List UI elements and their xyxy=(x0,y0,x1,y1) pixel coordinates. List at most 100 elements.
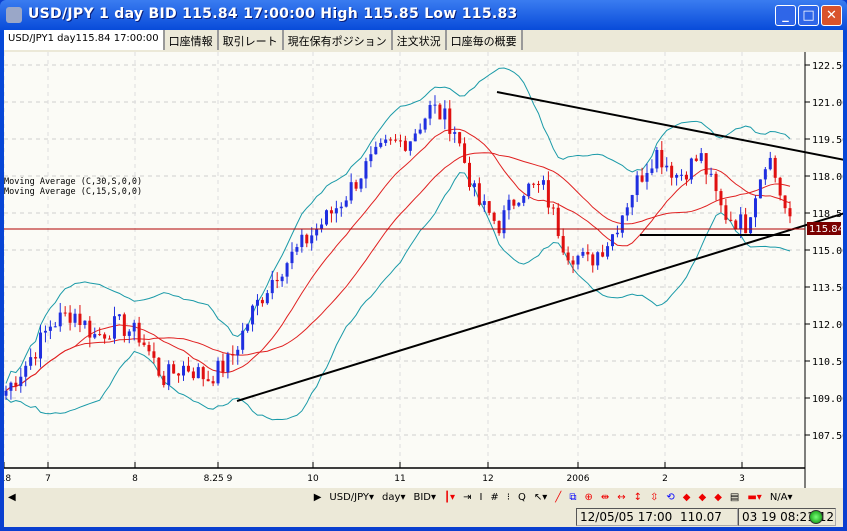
candle xyxy=(344,196,348,208)
candle-body xyxy=(320,224,324,229)
ratio-icon[interactable]: ◆ xyxy=(683,492,691,503)
q-button[interactable]: Q xyxy=(518,492,526,503)
compress-v-icon[interactable]: ⇳ xyxy=(650,492,658,503)
link-icon[interactable]: ⧉ xyxy=(569,492,576,503)
period-dropdown[interactable]: day▾ xyxy=(382,492,405,503)
pointer-icon[interactable]: ↖▾ xyxy=(534,492,547,503)
candle xyxy=(93,327,97,340)
candle-type-icon[interactable]: ┃▾ xyxy=(444,492,455,503)
candle-body xyxy=(162,375,166,386)
tab-0[interactable]: USD/JPY1 day115.84 17:00:00 xyxy=(4,30,165,50)
app-window: USD/JPY 1 day BID 115.84 17:00:00 High 1… xyxy=(0,0,847,531)
candle-body xyxy=(660,149,664,168)
candle xyxy=(354,179,358,192)
zoom-icon[interactable]: ⊕ xyxy=(584,492,592,503)
price-chart[interactable]: 122.50121.00119.50118.00118.50115.00113.… xyxy=(0,52,847,488)
candle-body xyxy=(394,139,398,141)
ratio3-icon[interactable]: ◆ xyxy=(714,492,722,503)
x-tick-label: 3 xyxy=(739,474,745,484)
candle-body xyxy=(354,182,358,189)
candle-body xyxy=(448,108,452,134)
candle xyxy=(546,171,550,215)
grid-icon[interactable]: # xyxy=(490,492,498,503)
candle-body xyxy=(63,312,67,314)
chart-svg[interactable]: 122.50121.00119.50118.00118.50115.00113.… xyxy=(0,52,847,488)
tab-4[interactable]: 注文状況 xyxy=(393,30,447,50)
minimize-button[interactable]: _ xyxy=(775,5,796,26)
candle xyxy=(763,166,767,185)
candle xyxy=(315,223,319,241)
x-tick-label: .18 xyxy=(4,474,11,484)
candle xyxy=(625,202,629,221)
candle xyxy=(650,159,654,176)
candle-body xyxy=(280,276,284,282)
candle xyxy=(29,348,33,370)
candle-body xyxy=(625,207,629,216)
candle xyxy=(157,356,161,378)
side-dropdown[interactable]: BID▾ xyxy=(413,492,436,503)
candle-body xyxy=(369,154,373,162)
close-button[interactable]: ✕ xyxy=(821,5,842,26)
candle-body xyxy=(300,234,304,248)
candle xyxy=(739,207,743,239)
candle-body xyxy=(329,210,333,214)
candle-body xyxy=(482,201,486,205)
color-icon[interactable]: ▬▾ xyxy=(747,492,761,503)
tab-5[interactable]: 口座毎の概要 xyxy=(447,30,523,50)
candle xyxy=(329,206,333,223)
y-tick-label: 110.50 xyxy=(812,357,843,368)
expand-h-icon[interactable]: ↔ xyxy=(617,492,625,503)
title-bar: USD/JPY 1 day BID 115.84 17:00:00 High 1… xyxy=(0,0,847,30)
candle-body xyxy=(305,234,309,244)
indicator-label[interactable]: Moving Average (C,30,S,0,0) xyxy=(4,177,142,187)
properties-icon[interactable]: ▤ xyxy=(730,492,739,503)
indicator-label[interactable]: Moving Average (C,15,S,0,0) xyxy=(4,187,142,197)
crosshair-icon[interactable]: ⁝ xyxy=(507,492,510,503)
expand-v-icon[interactable]: ↕ xyxy=(634,492,642,503)
candle-body xyxy=(783,195,787,209)
symbol-dropdown[interactable]: USD/JPY▾ xyxy=(329,492,374,503)
tab-2[interactable]: 取引レート xyxy=(219,30,284,50)
candle xyxy=(778,176,782,201)
na-dropdown[interactable]: N/A▾ xyxy=(770,492,793,503)
candle-body xyxy=(763,169,767,180)
candle-body xyxy=(694,158,698,161)
candle xyxy=(305,233,309,248)
candle xyxy=(379,138,383,149)
tab-1[interactable]: 口座情報 xyxy=(165,30,219,50)
candle-body xyxy=(226,354,230,373)
candle xyxy=(694,154,698,162)
x-tick-label: 11 xyxy=(394,474,405,484)
maximize-button[interactable]: □ xyxy=(798,5,819,26)
trendline-icon[interactable]: ╱ xyxy=(555,492,561,503)
candle xyxy=(423,117,427,133)
candle xyxy=(477,177,481,207)
candle-body xyxy=(108,338,112,340)
y-tick-label: 112.00 xyxy=(812,320,843,331)
tab-3[interactable]: 現在保有ポジション xyxy=(284,30,393,50)
candle-body xyxy=(689,158,693,180)
candle xyxy=(788,201,792,224)
candle xyxy=(147,341,151,356)
scroll-left-button[interactable]: ◀ xyxy=(8,492,16,503)
status-value: 110.07 xyxy=(679,510,722,524)
ratio2-icon[interactable]: ◆ xyxy=(699,492,707,503)
side-label: BID xyxy=(413,492,431,503)
candle xyxy=(704,153,708,185)
candle xyxy=(364,157,368,189)
end-icon[interactable]: ⇥ xyxy=(463,492,471,503)
compress-h-icon[interactable]: ⇹ xyxy=(601,492,609,503)
reset-zoom-icon[interactable]: ⟲ xyxy=(666,492,674,503)
candle-body xyxy=(260,299,264,304)
candle-body xyxy=(477,183,481,205)
candle-body xyxy=(581,251,585,256)
candle-body xyxy=(517,202,521,206)
candle-body xyxy=(9,382,13,391)
scroll-right-button[interactable]: ▶ xyxy=(314,492,322,503)
candle xyxy=(758,179,762,199)
candle-body xyxy=(216,360,220,384)
candle xyxy=(472,180,476,197)
status-cursor: 12/05/05 17:00 110.07 xyxy=(576,508,738,526)
y-tick-label: 121.00 xyxy=(812,98,843,109)
range-icon[interactable]: I xyxy=(479,492,482,503)
